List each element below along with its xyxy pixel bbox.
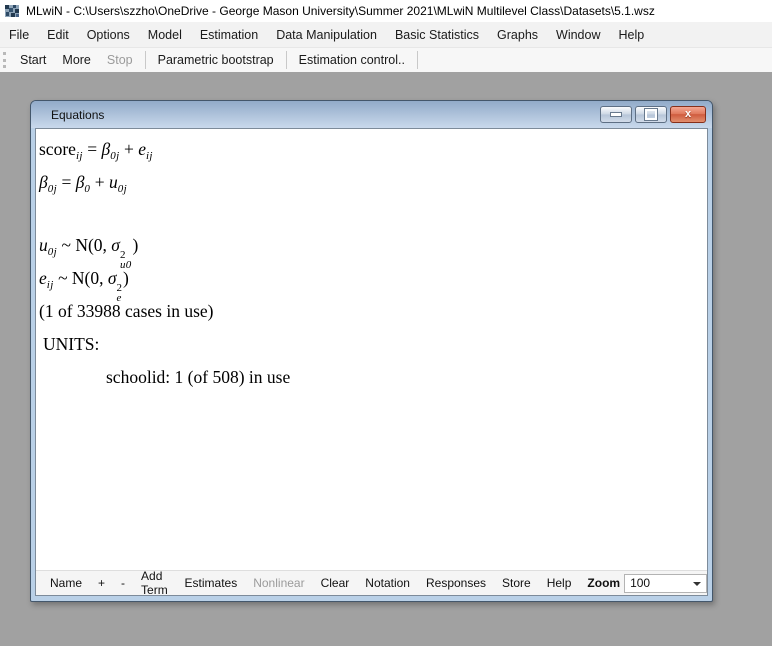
estimation-toolbar: StartMoreStop Parametric bootstrap Estimat… bbox=[0, 48, 772, 73]
app-icon bbox=[4, 3, 20, 19]
toolbar-items: StartMoreStop Parametric bootstrap Estimat… bbox=[12, 50, 422, 70]
eqbar-nonlinear: Nonlinear bbox=[245, 576, 312, 590]
minimize-button[interactable] bbox=[600, 106, 632, 123]
eqbar-help[interactable]: Help bbox=[539, 576, 580, 590]
zoom-select[interactable]: 100 bbox=[624, 574, 707, 593]
toolbar-stop: Stop bbox=[99, 50, 141, 70]
zoom-value: 100 bbox=[630, 576, 650, 590]
equations-statusbar: Name+-Add TermEstimatesNonlinearClearNot… bbox=[36, 570, 707, 595]
equation-line[interactable]: β0j = β0 + u0j bbox=[39, 166, 707, 199]
chevron-down-icon bbox=[693, 582, 701, 586]
equations-window-title: Equations bbox=[51, 108, 104, 122]
menu-model[interactable]: Model bbox=[139, 24, 191, 46]
eqbar-clear[interactable]: Clear bbox=[313, 576, 358, 590]
menu-window[interactable]: Window bbox=[547, 24, 609, 46]
equations-content: scoreij = β0j + eijβ0j = β0 + u0j u0j ~ N… bbox=[35, 128, 708, 596]
menubar: FileEditOptionsModelEstimationData Manip… bbox=[0, 22, 772, 48]
toolbar-start[interactable]: Start bbox=[12, 50, 54, 70]
equation-line[interactable]: scoreij = β0j + eij bbox=[39, 133, 707, 166]
menu-estimation[interactable]: Estimation bbox=[191, 24, 267, 46]
toolbar-estimation-control[interactable]: Estimation control.. bbox=[291, 50, 413, 70]
eqbar-estimates[interactable]: Estimates bbox=[177, 576, 246, 590]
close-icon: x bbox=[685, 109, 691, 120]
toolbar-separator bbox=[417, 51, 418, 69]
app-titlebar: MLwiN - C:\Users\szzho\OneDrive - George… bbox=[0, 0, 772, 22]
restore-button[interactable] bbox=[635, 106, 667, 123]
toolbar-more[interactable]: More bbox=[54, 50, 98, 70]
zoom-label[interactable]: Zoom bbox=[579, 576, 624, 590]
plus-button[interactable]: + bbox=[90, 576, 113, 590]
equation-line[interactable]: u0j ~ N(0, σ2u0) bbox=[39, 229, 707, 262]
restore-icon bbox=[645, 109, 657, 120]
eqbar-responses[interactable]: Responses bbox=[418, 576, 494, 590]
close-button[interactable]: x bbox=[670, 106, 706, 123]
equations-window: Equations x scoreij = β0j + eijβ0j = β0 … bbox=[30, 100, 713, 602]
app-title: MLwiN - C:\Users\szzho\OneDrive - George… bbox=[26, 4, 655, 18]
menu-edit[interactable]: Edit bbox=[38, 24, 78, 46]
menu-file[interactable]: File bbox=[0, 24, 38, 46]
eqbar-notation[interactable]: Notation bbox=[357, 576, 418, 590]
eqbar-add-term[interactable]: Add Term bbox=[133, 569, 177, 597]
menu-options[interactable]: Options bbox=[78, 24, 139, 46]
toolbar-separator bbox=[145, 51, 146, 69]
menu-data-manipulation[interactable]: Data Manipulation bbox=[267, 24, 386, 46]
minimize-icon bbox=[611, 113, 621, 116]
equations-body: scoreij = β0j + eijβ0j = β0 + u0j u0j ~ N… bbox=[36, 129, 707, 394]
equation-line: schoolid: 1 (of 508) in use bbox=[39, 361, 707, 394]
menu-graphs[interactable]: Graphs bbox=[488, 24, 547, 46]
toolbar-separator bbox=[286, 51, 287, 69]
equation-line: UNITS: bbox=[39, 328, 707, 361]
toolbar-parametric-bootstrap[interactable]: Parametric bootstrap bbox=[150, 50, 282, 70]
equations-statusbar-items: Name+-Add TermEstimatesNonlinearClearNot… bbox=[42, 569, 624, 597]
equation-line: (1 of 33988 cases in use) bbox=[39, 295, 707, 328]
window-controls: x bbox=[600, 106, 706, 123]
equations-titlebar[interactable]: Equations x bbox=[31, 101, 712, 128]
eqbar-store[interactable]: Store bbox=[494, 576, 539, 590]
toolbar-grip[interactable] bbox=[3, 52, 6, 68]
equation-line[interactable]: eij ~ N(0, σ2e) bbox=[39, 262, 707, 295]
menu-basic-statistics[interactable]: Basic Statistics bbox=[386, 24, 488, 46]
menu-help[interactable]: Help bbox=[610, 24, 654, 46]
minus-button[interactable]: - bbox=[113, 576, 133, 590]
eqbar-name[interactable]: Name bbox=[42, 576, 90, 590]
